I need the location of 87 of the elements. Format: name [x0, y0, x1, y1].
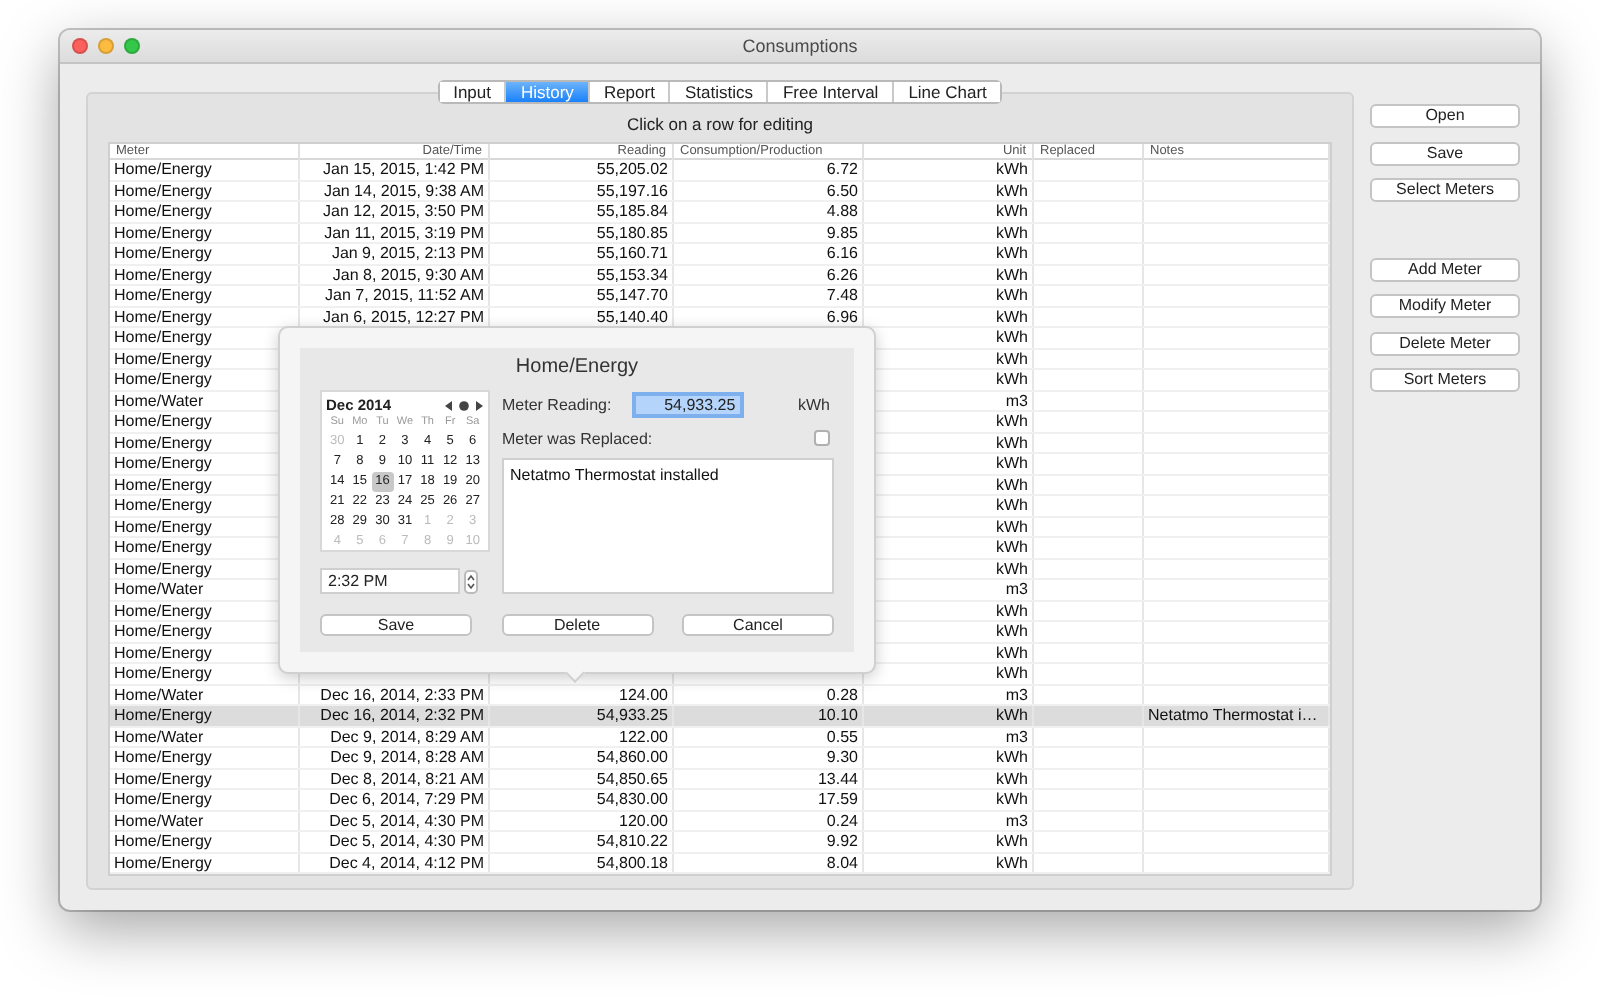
table-cell: Home/Energy	[110, 853, 300, 872]
table-cell: Dec 9, 2014, 8:29 AM	[300, 727, 490, 746]
table-cell: kWh	[864, 769, 1034, 788]
table-cell: 9.85	[674, 223, 864, 242]
table-cell: Home/Energy	[110, 202, 300, 221]
table-cell: Home/Water	[110, 811, 300, 830]
table-cell: kWh	[864, 160, 1034, 179]
table-cell: 54,850.65	[490, 769, 674, 788]
table-cell: 54,800.18	[490, 853, 674, 872]
table-cell: 54,810.22	[490, 832, 674, 851]
table-cell: 55,185.84	[490, 202, 674, 221]
table-cell: kWh	[864, 832, 1034, 851]
table-cell: 55,197.16	[490, 181, 674, 200]
popover-title: Home/Energy	[513, 356, 641, 378]
table-cell: kWh	[864, 223, 1034, 242]
table-cell: 13.44	[674, 769, 864, 788]
unit-label: kWh	[798, 395, 830, 413]
table-cell: 124.00	[490, 685, 674, 704]
table-cell: kWh	[864, 790, 1034, 809]
hint-text: Click on a row for editing	[626, 114, 814, 134]
table-cell: Home/Energy	[110, 181, 300, 200]
table-cell: Home/Energy	[110, 832, 300, 851]
table-cell: Home/Energy	[110, 706, 300, 725]
table-cell: Dec 5, 2014, 4:30 PM	[300, 832, 490, 851]
table-cell: 6.26	[674, 265, 864, 284]
table-cell: 6.50	[674, 181, 864, 200]
table-cell: 55,180.85	[490, 223, 674, 242]
table-cell: 54,933.25	[490, 706, 674, 725]
table-cell: Home/Energy	[110, 769, 300, 788]
table-cell: Home/Energy	[110, 223, 300, 242]
table-cell: Home/Water	[110, 727, 300, 746]
field-label: Meter Reading:	[502, 395, 612, 413]
table-cell: Jan 7, 2015, 11:52 AM	[300, 286, 490, 305]
table-cell: Home/Energy	[110, 748, 300, 767]
table-cell: 55,147.70	[490, 286, 674, 305]
table-cell: 55,205.02	[490, 160, 674, 179]
table-cell: Home/Energy	[110, 790, 300, 809]
table-cell: 54,860.00	[490, 748, 674, 767]
table-cell: Jan 12, 2015, 3:50 PM	[300, 202, 490, 221]
table-cell: Dec 16, 2014, 2:33 PM	[300, 685, 490, 704]
table-cell: kWh	[864, 748, 1034, 767]
table-cell: m3	[864, 811, 1034, 830]
table-cell: kWh	[864, 181, 1034, 200]
table-cell: 7.48	[674, 286, 864, 305]
table-cell: kWh	[864, 706, 1034, 725]
table-cell: 0.55	[674, 727, 864, 746]
table-cell: Home/Energy	[110, 160, 300, 179]
table-cell: 6.72	[674, 160, 864, 179]
table-cell: 122.00	[490, 727, 674, 746]
table-cell: Home/Energy	[110, 265, 300, 284]
table-cell: Dec 4, 2014, 4:12 PM	[300, 853, 490, 872]
table-cell: m3	[864, 685, 1034, 704]
table-cell: 8.04	[674, 853, 864, 872]
table-cell: Dec 5, 2014, 4:30 PM	[300, 811, 490, 830]
table-cell: Dec 6, 2014, 7:29 PM	[300, 790, 490, 809]
table-cell: kWh	[864, 202, 1034, 221]
table-cell: Home/Energy	[110, 286, 300, 305]
table-cell: 0.24	[674, 811, 864, 830]
table-cell: 9.92	[674, 832, 864, 851]
table-cell: Home/Water	[110, 685, 300, 704]
table-cell: Home/Energy	[110, 244, 300, 263]
table-cell: Dec 8, 2014, 8:21 AM	[300, 769, 490, 788]
table-cell: kWh	[864, 244, 1034, 263]
table-cell: kWh	[864, 265, 1034, 284]
table-cell: Netatmo Thermostat i…	[1144, 706, 1330, 725]
table-cell: Jan 8, 2015, 9:30 AM	[300, 265, 490, 284]
table-cell: 55,160.71	[490, 244, 674, 263]
table-cell: 9.30	[674, 748, 864, 767]
table-cell: 120.00	[490, 811, 674, 830]
table-cell: Jan 9, 2015, 2:13 PM	[300, 244, 490, 263]
table-cell: m3	[864, 727, 1034, 746]
table-cell: 55,153.34	[490, 265, 674, 284]
table-cell: kWh	[864, 853, 1034, 872]
table-cell: Jan 14, 2015, 9:38 AM	[300, 181, 490, 200]
table-cell: Dec 9, 2014, 8:28 AM	[300, 748, 490, 767]
table-cell: 0.28	[674, 685, 864, 704]
table-cell: 17.59	[674, 790, 864, 809]
table-cell: 54,830.00	[490, 790, 674, 809]
table-cell: 4.88	[674, 202, 864, 221]
window-title: Consumptions	[742, 36, 858, 56]
table-cell: kWh	[864, 286, 1034, 305]
table-cell: Jan 15, 2015, 1:42 PM	[300, 160, 490, 179]
table-cell: Dec 16, 2014, 2:32 PM	[300, 706, 490, 725]
table-cell: Jan 11, 2015, 3:19 PM	[300, 223, 490, 242]
field-label: Meter was Replaced:	[502, 429, 653, 447]
table-cell: 10.10	[674, 706, 864, 725]
table-cell: 6.16	[674, 244, 864, 263]
